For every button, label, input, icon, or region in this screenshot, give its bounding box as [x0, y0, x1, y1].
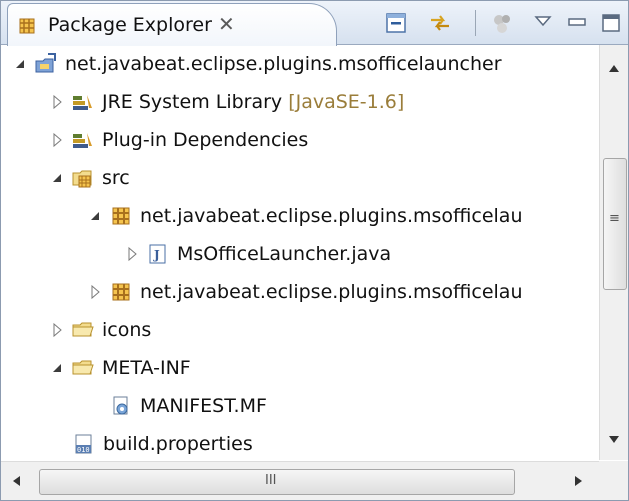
- tree-item-label: src: [102, 167, 130, 189]
- tree-item-jre-library[interactable]: JRE System Library [JavaSE-1.6]: [46, 83, 404, 121]
- tree-item-icons-folder[interactable]: icons: [46, 311, 151, 349]
- expanded-arrow-icon[interactable]: [46, 167, 68, 189]
- scroll-up-arrow-icon[interactable]: [609, 65, 619, 72]
- vertical-scrollbar[interactable]: ≡: [599, 45, 628, 460]
- expanded-arrow-icon[interactable]: [46, 357, 68, 379]
- horizontal-scroll-thumb[interactable]: III: [39, 469, 515, 495]
- tree-item-label: META-INF: [102, 357, 191, 379]
- collapse-all-icon[interactable]: [384, 11, 408, 35]
- tree-item-build-properties[interactable]: build.properties: [69, 425, 253, 460]
- library-icon: [72, 91, 94, 113]
- scroll-left-arrow-icon[interactable]: [13, 476, 20, 486]
- package-icon: [110, 205, 132, 227]
- tree-item-package[interactable]: net.javabeat.eclipse.plugins.msofficelau: [84, 197, 523, 235]
- package-explorer-tab[interactable]: Package Explorer ✕: [7, 3, 337, 46]
- tree-item-label: MANIFEST.MF: [140, 395, 267, 417]
- grip-icon: III: [265, 473, 277, 488]
- collapsed-arrow-icon[interactable]: [46, 319, 68, 341]
- maximize-icon[interactable]: [599, 11, 623, 35]
- tree-item-label: build.properties: [103, 433, 253, 455]
- view-menu-icon[interactable]: [531, 11, 555, 35]
- package-icon: [110, 281, 132, 303]
- scrollbar-corner: [599, 461, 628, 500]
- expanded-arrow-icon[interactable]: [84, 205, 106, 227]
- tree-item-label: net.javabeat.eclipse.plugins.msofficelau: [140, 281, 523, 303]
- folder-icon: [72, 319, 94, 341]
- grip-icon: ≡: [609, 211, 620, 226]
- collapsed-arrow-icon[interactable]: [121, 243, 143, 265]
- collapsed-arrow-icon[interactable]: [46, 129, 68, 151]
- tree-item-label: net.javabeat.eclipse.plugins.msofficelau: [140, 205, 523, 227]
- tree-item-label: JRE System Library: [102, 91, 283, 113]
- project-tree: net.javabeat.eclipse.plugins.msofficelau…: [1, 45, 598, 460]
- view-title: Package Explorer: [48, 14, 212, 36]
- tree-item-src[interactable]: src: [46, 159, 130, 197]
- library-icon: [72, 129, 94, 151]
- package-explorer-icon: [19, 18, 35, 34]
- java-file-icon: [147, 243, 169, 265]
- focus-task-icon[interactable]: [491, 11, 515, 35]
- tree-item-decoration: [JavaSE-1.6]: [288, 91, 405, 113]
- tree-item-label: Plug-in Dependencies: [102, 129, 309, 151]
- tree-item-plugin-dependencies[interactable]: Plug-in Dependencies: [46, 121, 308, 159]
- vertical-scroll-thumb[interactable]: ≡: [603, 158, 627, 290]
- scroll-down-arrow-icon[interactable]: [609, 436, 619, 443]
- toolbar-separator: [475, 10, 476, 36]
- package-explorer-view: Package Explorer ✕ net.javabeat.eclipse.…: [0, 0, 629, 501]
- folder-icon: [72, 357, 94, 379]
- properties-file-icon: [73, 433, 95, 455]
- tree-item-project[interactable]: net.javabeat.eclipse.plugins.msofficelau…: [9, 45, 502, 83]
- tree-item-java-file[interactable]: MsOfficeLauncher.java: [121, 235, 391, 273]
- plugin-project-icon: [35, 53, 57, 75]
- link-with-editor-icon[interactable]: [428, 11, 452, 35]
- close-icon[interactable]: ✕: [218, 12, 235, 36]
- tree-item-package[interactable]: net.javabeat.eclipse.plugins.msofficelau: [84, 273, 523, 311]
- minimize-icon[interactable]: [565, 11, 589, 35]
- tree-item-label: net.javabeat.eclipse.plugins.msofficelau…: [65, 53, 502, 75]
- manifest-file-icon: [110, 395, 132, 417]
- expanded-arrow-icon[interactable]: [9, 53, 31, 75]
- view-title-bar: Package Explorer ✕: [1, 1, 628, 46]
- scroll-right-arrow-icon[interactable]: [575, 476, 582, 486]
- tree-item-manifest[interactable]: MANIFEST.MF: [106, 387, 267, 425]
- source-folder-icon: [72, 167, 94, 189]
- tree-item-meta-inf[interactable]: META-INF: [46, 349, 191, 387]
- horizontal-scrollbar[interactable]: III: [1, 461, 599, 500]
- collapsed-arrow-icon[interactable]: [84, 281, 106, 303]
- collapsed-arrow-icon[interactable]: [46, 91, 68, 113]
- tree-item-label: MsOfficeLauncher.java: [177, 243, 392, 265]
- tree-item-label: icons: [102, 319, 152, 341]
